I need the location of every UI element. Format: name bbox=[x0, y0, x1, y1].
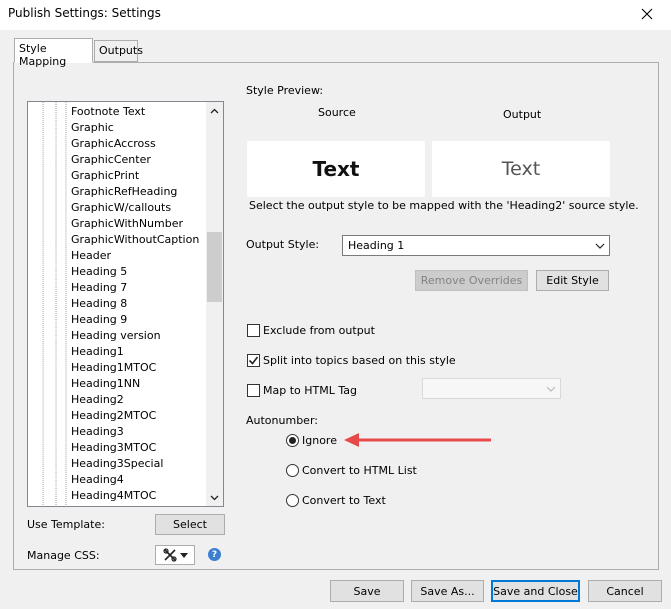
html-tag-select[interactable] bbox=[422, 378, 561, 399]
list-item[interactable]: Header bbox=[71, 248, 199, 264]
radio-convert-html-list-label: Convert to HTML List bbox=[302, 464, 417, 477]
output-preview: Text bbox=[432, 141, 610, 197]
output-label: Output bbox=[503, 108, 542, 121]
edit-style-button[interactable]: Edit Style bbox=[536, 270, 609, 291]
tab-style-mapping[interactable]: Style Mapping bbox=[14, 38, 93, 68]
scroll-thumb[interactable] bbox=[207, 232, 222, 302]
list-item[interactable]: GraphicCenter bbox=[71, 152, 199, 168]
list-item[interactable]: Heading4MTOC bbox=[71, 488, 199, 504]
save-button[interactable]: Save bbox=[330, 580, 404, 602]
list-item[interactable]: Heading3Special bbox=[71, 456, 199, 472]
scroll-down-button[interactable] bbox=[206, 489, 223, 506]
exclude-label: Exclude from output bbox=[263, 324, 375, 337]
autonumber-label: Autonumber: bbox=[246, 414, 318, 427]
list-item[interactable]: Heading4 bbox=[71, 472, 199, 488]
source-preview: Text bbox=[247, 141, 425, 197]
save-as-button[interactable]: Save As... bbox=[411, 580, 484, 602]
list-item[interactable]: Footnote Text bbox=[71, 104, 199, 120]
radio-convert-text-label: Convert to Text bbox=[302, 494, 386, 507]
chevron-down-icon bbox=[595, 243, 605, 249]
radio-convert-text[interactable] bbox=[286, 494, 299, 507]
chevron-down-icon bbox=[546, 386, 556, 392]
split-topics-label: Split into topics based on this style bbox=[263, 354, 456, 367]
list-scrollbar[interactable] bbox=[206, 102, 223, 506]
list-item[interactable]: GraphicWithoutCaption bbox=[71, 232, 199, 248]
radio-ignore-label: Ignore bbox=[302, 434, 337, 447]
list-item[interactable]: Heading2 bbox=[71, 392, 199, 408]
scroll-up-button[interactable] bbox=[206, 102, 223, 119]
radio-convert-html-list[interactable] bbox=[286, 464, 299, 477]
mapping-description: Select the output style to be mapped wit… bbox=[249, 199, 639, 212]
list-item[interactable]: Heading1MTOC bbox=[71, 360, 199, 376]
style-list-items: Footnote Text Graphic GraphicAccross Graphi… bbox=[71, 104, 199, 504]
list-item[interactable]: Heading version bbox=[71, 328, 199, 344]
list-item[interactable]: Heading 9 bbox=[71, 312, 199, 328]
close-icon bbox=[641, 8, 653, 20]
list-item[interactable]: Heading2MTOC bbox=[71, 408, 199, 424]
tools-icon bbox=[162, 548, 177, 562]
close-button[interactable] bbox=[629, 2, 665, 26]
output-style-value: Heading 1 bbox=[348, 239, 405, 252]
manage-css-label: Manage CSS: bbox=[27, 549, 100, 562]
chevron-down-icon bbox=[179, 552, 188, 558]
remove-overrides-button[interactable]: Remove Overrides bbox=[415, 270, 528, 291]
list-item[interactable]: GraphicAccross bbox=[71, 136, 199, 152]
radio-selected-dot bbox=[289, 437, 296, 444]
list-item[interactable]: Heading1NN bbox=[71, 376, 199, 392]
radio-ignore[interactable] bbox=[286, 434, 299, 447]
window-title: Publish Settings: Settings bbox=[8, 6, 161, 20]
select-button[interactable]: Select bbox=[155, 514, 225, 535]
style-list[interactable]: Footnote Text Graphic GraphicAccross Graphi… bbox=[27, 101, 224, 507]
save-and-close-button[interactable]: Save and Close bbox=[491, 580, 580, 602]
use-template-label: Use Template: bbox=[27, 518, 105, 531]
title-bar: Publish Settings: Settings bbox=[0, 0, 671, 30]
style-preview-label: Style Preview: bbox=[246, 84, 324, 97]
cancel-button[interactable]: Cancel bbox=[588, 580, 662, 602]
chevron-up-icon bbox=[210, 108, 219, 113]
checkmark-icon bbox=[248, 356, 259, 365]
map-html-label: Map to HTML Tag bbox=[263, 384, 357, 397]
annotation-arrow-icon bbox=[344, 433, 491, 447]
chevron-down-icon bbox=[210, 495, 219, 500]
help-icon[interactable]: ? bbox=[208, 548, 221, 561]
exclude-checkbox[interactable] bbox=[247, 324, 260, 337]
list-item[interactable]: GraphicPrint bbox=[71, 168, 199, 184]
list-item[interactable]: Heading3MTOC bbox=[71, 440, 199, 456]
output-style-label: Output Style: bbox=[246, 238, 320, 251]
list-item[interactable]: GraphicWithNumber bbox=[71, 216, 199, 232]
list-item[interactable]: Graphic bbox=[71, 120, 199, 136]
split-topics-checkbox[interactable] bbox=[247, 354, 260, 367]
list-item[interactable]: Heading 8 bbox=[71, 296, 199, 312]
list-item[interactable]: Heading1 bbox=[71, 344, 199, 360]
output-style-select[interactable]: Heading 1 bbox=[342, 235, 610, 256]
list-item[interactable]: GraphicW/callouts bbox=[71, 200, 199, 216]
source-label: Source bbox=[318, 106, 356, 119]
map-html-checkbox[interactable] bbox=[247, 384, 260, 397]
list-item[interactable]: Heading 7 bbox=[71, 280, 199, 296]
manage-css-tools-button[interactable] bbox=[155, 545, 195, 565]
tab-outputs[interactable]: Outputs bbox=[94, 40, 143, 62]
list-item[interactable]: Heading3 bbox=[71, 424, 199, 440]
list-item[interactable]: GraphicRefHeading bbox=[71, 184, 199, 200]
list-item[interactable]: Heading 5 bbox=[71, 264, 199, 280]
